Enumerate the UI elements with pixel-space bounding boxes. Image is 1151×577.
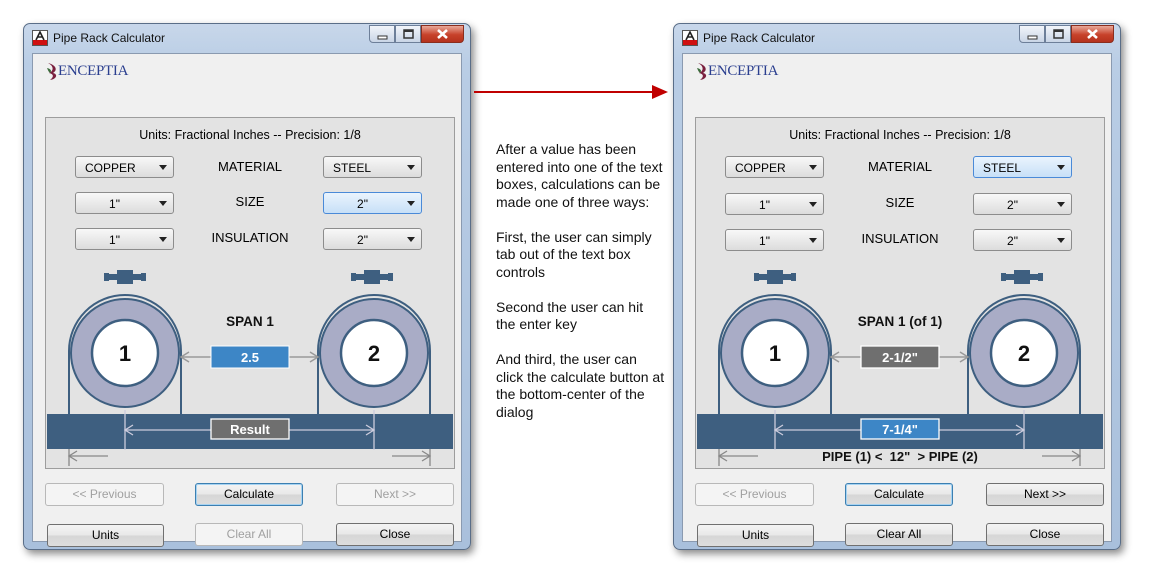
result-output: Result — [210, 418, 290, 440]
select-value: 2" — [357, 197, 368, 211]
dialog-client-area: ENCEPTIA Units: Fractional Inches -- Pre… — [32, 53, 462, 547]
previous-button[interactable]: << Previous — [45, 483, 164, 506]
pipe2-insulation-select[interactable]: 2" — [323, 228, 422, 250]
maximize-icon — [1053, 29, 1064, 39]
window-title: Pipe Rack Calculator — [53, 31, 166, 45]
units-button[interactable]: Units — [47, 524, 164, 547]
logo-text: ENCEPTIA — [708, 63, 779, 79]
note-paragraph: First, the user can simply tab out of th… — [496, 228, 652, 280]
minimize-icon — [1027, 35, 1038, 40]
close-window-button[interactable] — [1071, 25, 1114, 43]
span-title: SPAN 1 — [226, 314, 274, 329]
select-value: STEEL — [333, 161, 372, 175]
pipe2-number: 2 — [1018, 341, 1030, 366]
select-value: 2" — [1007, 234, 1018, 248]
clear-all-button[interactable]: Clear All — [845, 523, 953, 546]
select-value: 2" — [357, 233, 368, 247]
pipe1-number: 1 — [769, 341, 781, 366]
units-info: Units: Fractional Inches -- Precision: 1… — [789, 128, 1011, 142]
chevron-down-icon — [1057, 165, 1065, 170]
pipe2-clamp-icon — [351, 270, 393, 284]
result-output-value: 7-1/4" — [882, 422, 918, 437]
minimize-button[interactable] — [369, 25, 395, 43]
chevron-down-icon — [407, 165, 415, 170]
close-window-button[interactable] — [421, 25, 464, 43]
chevron-down-icon — [1057, 238, 1065, 243]
span-input-value: 2-1/2" — [882, 350, 918, 365]
right-dialog-window: Pipe Rack Calculator ENCEPTIA Units: Fra… — [673, 23, 1121, 550]
left-dialog-window: Pipe Rack Calculator ENCEPTIA Units: Fra… — [23, 23, 471, 550]
pipe1-clamp-icon — [754, 270, 796, 284]
span-input-value: 2.5 — [241, 350, 259, 365]
span-title: SPAN 1 (of 1) — [858, 314, 943, 329]
note-paragraph: After a value has been entered into one … — [496, 141, 663, 210]
caption-buttons — [1019, 25, 1114, 44]
close-icon — [437, 29, 448, 39]
units-button[interactable]: Units — [697, 524, 814, 547]
calculate-button[interactable]: Calculate — [195, 483, 303, 506]
note-paragraph: Second the user can hit the enter key — [496, 298, 644, 333]
pipe2-material-select[interactable]: STEEL — [323, 156, 422, 178]
logo-text: ENCEPTIA — [58, 63, 129, 79]
previous-button[interactable]: << Previous — [695, 483, 814, 506]
span-input[interactable]: 2.5 — [210, 345, 290, 369]
close-icon — [1087, 29, 1098, 39]
maximize-button[interactable] — [1045, 25, 1071, 43]
window-title: Pipe Rack Calculator — [703, 31, 816, 45]
next-button[interactable]: Next >> — [336, 483, 454, 506]
close-button[interactable]: Close — [986, 523, 1104, 546]
dialog-client-area: ENCEPTIA Units: Fractional Inches -- Pre… — [682, 53, 1112, 547]
pipe-distance-arrow — [67, 449, 432, 466]
maximize-icon — [403, 29, 414, 39]
pipe-rack-diagram: 1 2 SPAN 1 (of 1) 2-1/2" 7-1/4" PIPE (1)… — [697, 270, 1103, 466]
caption-buttons — [369, 25, 464, 44]
pipe2-material-select[interactable]: STEEL — [973, 156, 1072, 178]
note-paragraph: And third, the user can click the calcul… — [496, 351, 665, 420]
select-value: 2" — [1007, 198, 1018, 212]
minimize-icon — [377, 35, 388, 40]
app-icon — [682, 30, 698, 46]
chevron-down-icon — [407, 237, 415, 242]
span-input[interactable]: 2-1/2" — [860, 345, 940, 369]
transition-arrow — [474, 85, 668, 99]
next-button[interactable]: Next >> — [986, 483, 1104, 506]
title-bar[interactable]: Pipe Rack Calculator — [24, 24, 470, 52]
app-icon — [32, 30, 48, 46]
title-bar[interactable]: Pipe Rack Calculator — [674, 24, 1120, 52]
chevron-down-icon — [1057, 202, 1065, 207]
pipe1-clamp-icon — [104, 270, 146, 284]
pipe2-insulation-select[interactable]: 2" — [973, 229, 1072, 251]
chevron-down-icon — [407, 201, 415, 206]
calculator-panel: Units: Fractional Inches -- Precision: 1… — [45, 117, 455, 469]
close-button[interactable]: Close — [336, 523, 454, 546]
calculate-button[interactable]: Calculate — [845, 483, 953, 506]
pipe2-size-select[interactable]: 2" — [323, 192, 422, 214]
explanation-text: After a value has been entered into one … — [496, 141, 666, 439]
minimize-button[interactable] — [1019, 25, 1045, 43]
pipe-rack-diagram: 1 2 SPAN 1 2.5 Result — [47, 270, 453, 466]
pipe-distance-text: PIPE (1) < 12" > PIPE (2) — [822, 449, 978, 464]
pipe2-size-select[interactable]: 2" — [973, 193, 1072, 215]
pipe2-clamp-icon — [1001, 270, 1043, 284]
pipe1-number: 1 — [119, 341, 131, 366]
calculator-panel: Units: Fractional Inches -- Precision: 1… — [695, 117, 1105, 469]
units-info: Units: Fractional Inches -- Precision: 1… — [139, 128, 361, 142]
result-output: 7-1/4" — [860, 418, 940, 440]
select-value: STEEL — [983, 161, 1022, 175]
result-output-value: Result — [230, 422, 270, 437]
maximize-button[interactable] — [395, 25, 421, 43]
pipe2-number: 2 — [368, 341, 380, 366]
clear-all-button[interactable]: Clear All — [195, 523, 303, 546]
